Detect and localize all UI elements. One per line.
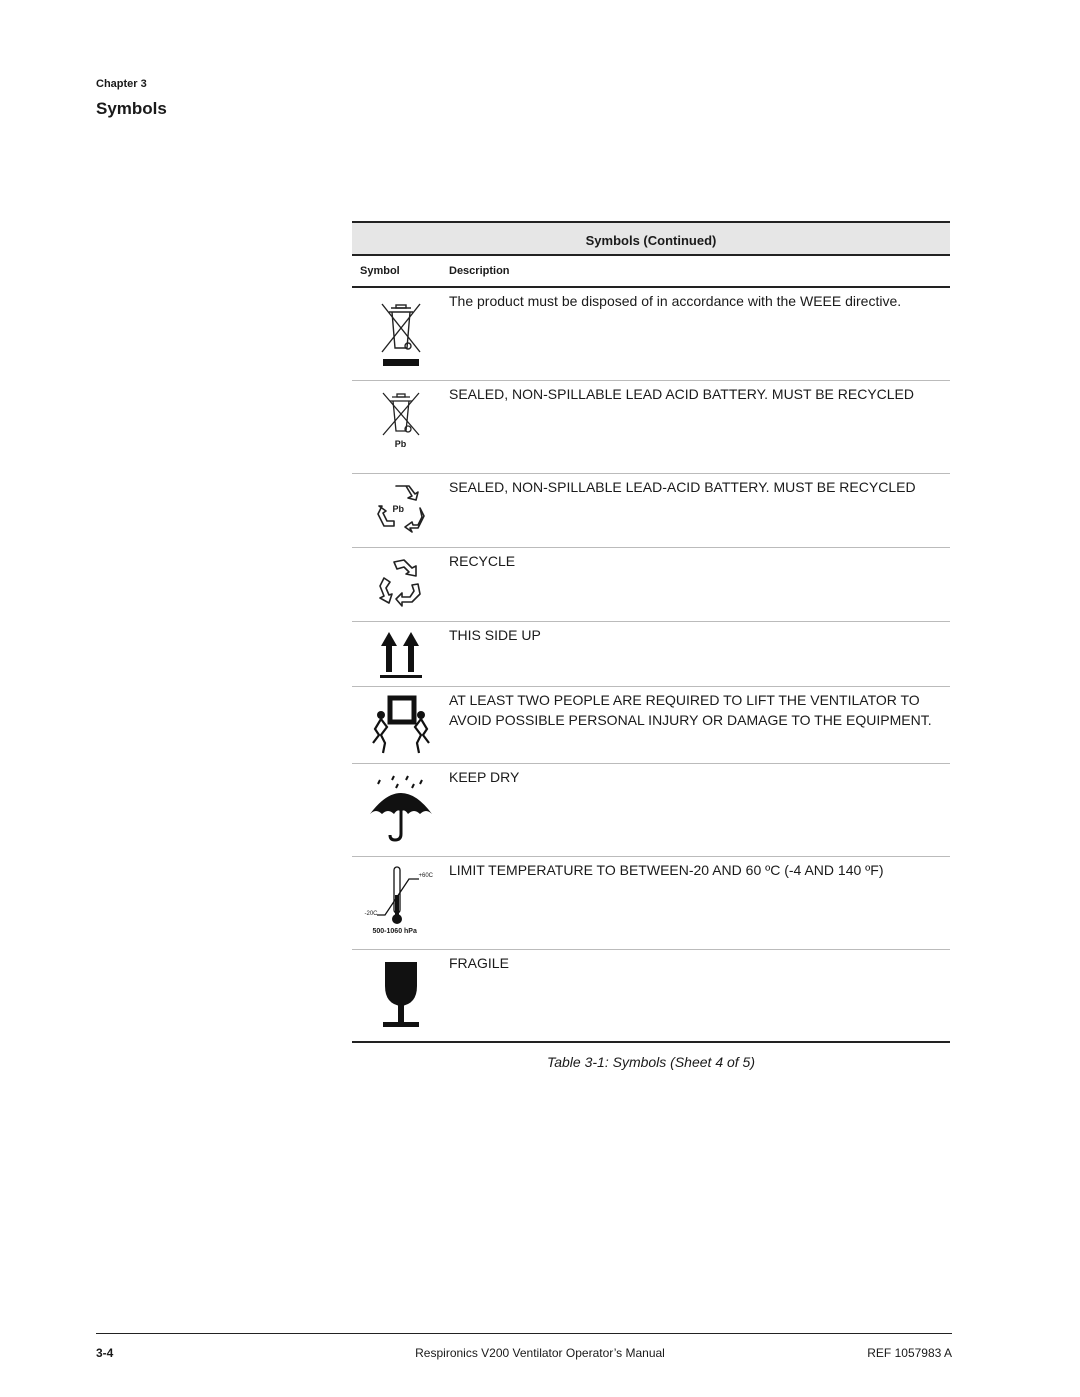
table-title: Symbols (Continued): [352, 221, 950, 256]
fragile-glass-icon: [381, 958, 421, 1041]
keep-dry-umbrella-icon: [368, 772, 434, 856]
table-row: FRAGILE: [352, 950, 950, 1043]
table-row: Pb SEALED, NON-SPILLABLE LEAD-ACID BATTE…: [352, 474, 950, 548]
recycle-icon: [376, 556, 426, 621]
row-description: LIMIT TEMPERATURE TO BETWEEN-20 AND 60 º…: [449, 862, 884, 878]
row-description: FRAGILE: [449, 955, 509, 971]
footer-divider: [96, 1333, 952, 1334]
table-row: Pb SEALED, NON-SPILLABLE LEAD ACID BATTE…: [352, 381, 950, 474]
table-row: KEEP DRY: [352, 764, 950, 857]
column-header-description: Description: [449, 265, 510, 277]
recycle-pb-icon: Pb: [376, 482, 426, 538]
two-person-lift-icon: [371, 695, 431, 763]
symbols-table: Symbols (Continued) Symbol Description T…: [352, 221, 950, 1043]
row-description: AT LEAST TWO PEOPLE ARE REQUIRED TO LIFT…: [449, 692, 932, 728]
this-side-up-icon: [378, 630, 424, 686]
pb-label: Pb: [392, 504, 405, 514]
reference-number: REF 1057983 A: [867, 1346, 952, 1360]
table-row: AT LEAST TWO PEOPLE ARE REQUIRED TO LIFT…: [352, 687, 950, 764]
table-header: Symbol Description: [352, 256, 950, 288]
temp-high-label: +60C: [418, 873, 434, 879]
chapter-label: Chapter 3: [96, 78, 147, 90]
row-description: SEALED, NON-SPILLABLE LEAD-ACID BATTERY.…: [449, 479, 916, 495]
table-row: The product must be disposed of in accor…: [352, 288, 950, 381]
pressure-label: 500-1060 hPa: [372, 928, 417, 935]
table-row: THIS SIDE UP: [352, 622, 950, 687]
row-description: SEALED, NON-SPILLABLE LEAD ACID BATTERY.…: [449, 386, 915, 402]
pb-label: Pb: [394, 439, 407, 449]
weee-bin-icon: [376, 296, 426, 380]
weee-bin-pb-icon: Pb: [379, 389, 423, 473]
temperature-limit-icon: +60C -20C 500-1060 hPa: [361, 865, 441, 937]
temp-low-label: -20C: [364, 911, 378, 917]
row-description: RECYCLE: [449, 553, 516, 569]
row-description: The product must be disposed of in accor…: [449, 293, 902, 309]
column-header-symbol: Symbol: [360, 265, 400, 277]
row-description: KEEP DRY: [449, 769, 520, 785]
table-caption: Table 3-1: Symbols (Sheet 4 of 5): [546, 1054, 756, 1070]
row-description: THIS SIDE UP: [449, 627, 541, 643]
table-row: RECYCLE: [352, 548, 950, 622]
table-row: +60C -20C 500-1060 hPa LIMIT TEMPERATURE…: [352, 857, 950, 950]
page-title: Symbols: [96, 99, 167, 118]
